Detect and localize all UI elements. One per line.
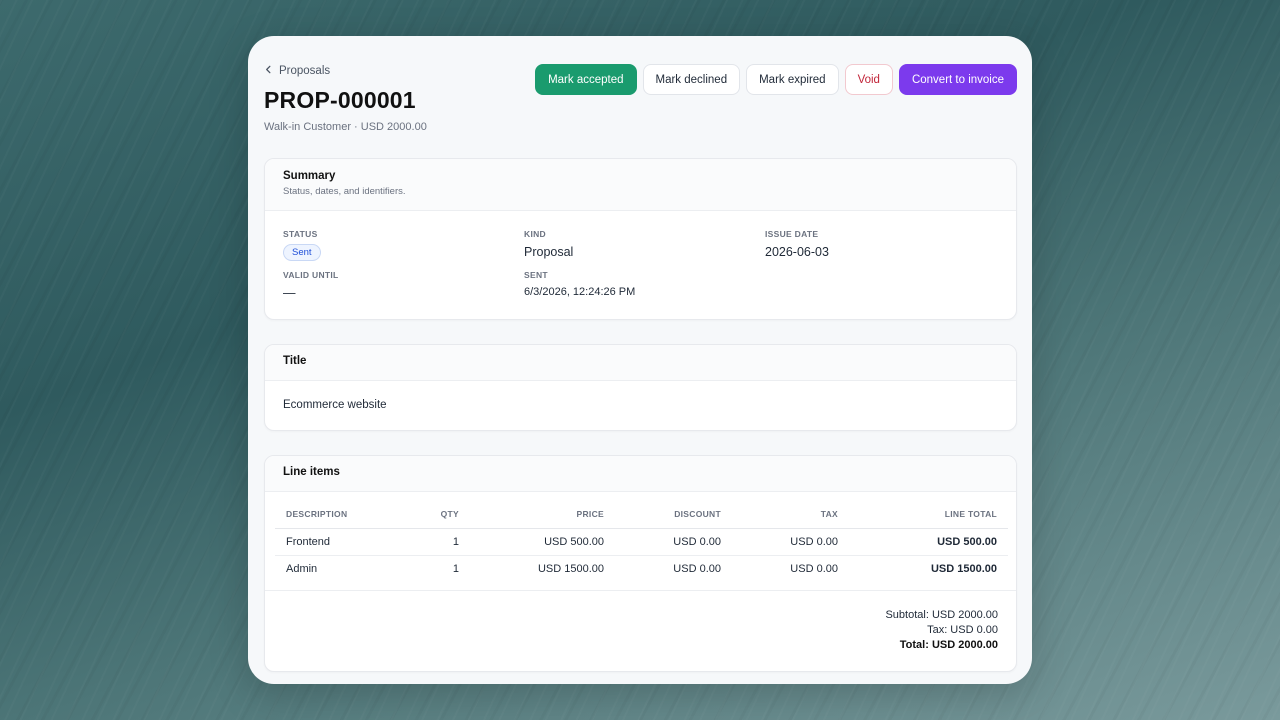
line-items-card: Line items DESCRIPTION QTY PRICE DISCOUN… (264, 455, 1017, 672)
title-card-header: Title (265, 345, 1016, 381)
cell-line-total: USD 1500.00 (930, 562, 997, 575)
summary-card: Summary Status, dates, and identifiers. … (264, 158, 1017, 320)
chevron-left-icon (264, 65, 273, 77)
proposal-detail-window: Proposals PROP-000001 Walk-in Customer ·… (248, 36, 1032, 684)
grand-total-text: Total: USD 2000.00 (899, 639, 998, 651)
issue-date-field: ISSUE DATE 2026-06-03 (765, 229, 829, 259)
column-header-discount: DISCOUNT (615, 501, 732, 529)
line-items-table: DESCRIPTION QTY PRICE DISCOUNT TAX LINE … (275, 501, 1008, 582)
summary-card-header: Summary Status, dates, and identifiers. (265, 159, 1016, 211)
sent-value: 6/3/2026, 12:24:26 PM (524, 286, 636, 298)
title-card: Title Ecommerce website (264, 344, 1017, 431)
totals-block: Subtotal: USD 2000.00 Tax: USD 0.00 Tota… (885, 608, 998, 653)
cell-price: USD 1500.00 (537, 562, 604, 575)
cell-description: Admin (286, 562, 318, 575)
void-button[interactable]: Void (844, 64, 893, 95)
table-row: Admin 1 USD 1500.00 USD 0.00 USD 0.00 US… (275, 555, 1008, 582)
page-subtitle: Walk-in Customer · USD 2000.00 (264, 121, 427, 133)
cell-description: Frontend (275, 528, 388, 556)
issue-date-value: 2026-06-03 (765, 245, 829, 259)
cell-tax: USD 0.00 (732, 528, 849, 556)
line-items-card-header: Line items (265, 456, 1016, 492)
column-header-price: PRICE (470, 501, 615, 529)
cell-discount: USD 0.00 (673, 562, 721, 575)
proposal-title-value: Ecommerce website (283, 399, 387, 411)
sent-field: SENT 6/3/2026, 12:24:26 PM (524, 270, 635, 298)
page-title: PROP-000001 (264, 87, 416, 113)
column-header-line-total: LINE TOTAL (849, 501, 1008, 529)
table-header-row: DESCRIPTION QTY PRICE DISCOUNT TAX LINE … (275, 501, 1008, 529)
valid-until-label: VALID UNTIL (283, 270, 339, 280)
subtotal-text: Subtotal: USD 2000.00 (885, 609, 998, 621)
kind-label: KIND (524, 229, 546, 239)
column-header-tax: TAX (732, 501, 849, 529)
tax-total-text: Tax: USD 0.00 (927, 624, 998, 636)
valid-until-field: VALID UNTIL — (283, 270, 339, 300)
cell-qty: 1 (388, 528, 470, 556)
line-items-heading: Line items (283, 466, 340, 478)
cell-qty: 1 (452, 562, 459, 575)
mark-accepted-button[interactable]: Mark accepted (535, 64, 637, 95)
cell-price: USD 500.00 (470, 528, 615, 556)
cell-line-total: USD 500.00 (849, 528, 1008, 556)
issue-date-label: ISSUE DATE (765, 229, 819, 239)
action-toolbar: Mark accepted Mark declined Mark expired… (535, 64, 1017, 95)
summary-card-description: Status, dates, and identifiers. (283, 186, 406, 197)
status-field: STATUS Sent (283, 229, 321, 261)
table-row: Frontend 1 USD 500.00 USD 0.00 USD 0.00 … (275, 528, 1008, 556)
back-link-label: Proposals (279, 65, 331, 77)
totals-divider (265, 590, 1016, 591)
column-header-qty: QTY (388, 501, 470, 529)
status-label: STATUS (283, 229, 318, 239)
column-header-description: DESCRIPTION (275, 501, 388, 529)
back-to-proposals-link[interactable]: Proposals (264, 65, 330, 77)
mark-expired-button[interactable]: Mark expired (746, 64, 839, 95)
status-badge: Sent (283, 244, 321, 261)
convert-to-invoice-button[interactable]: Convert to invoice (898, 64, 1017, 95)
cell-tax: USD 0.00 (790, 562, 838, 575)
kind-value: Proposal (524, 245, 574, 259)
mark-declined-button[interactable]: Mark declined (642, 64, 741, 95)
valid-until-value: — (283, 286, 296, 300)
title-card-heading: Title (283, 355, 307, 367)
cell-discount: USD 0.00 (615, 528, 732, 556)
summary-card-title: Summary (283, 170, 336, 182)
kind-field: KIND Proposal (524, 229, 573, 259)
sent-label: SENT (524, 270, 548, 280)
